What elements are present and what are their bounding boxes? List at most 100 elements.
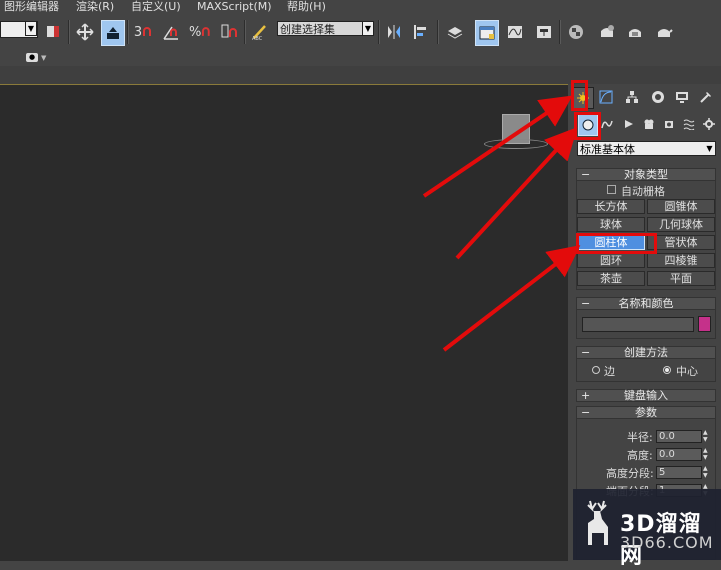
main-toolbar: ▼ 3 % ABC 创建选择集 ▼: [0, 14, 721, 51]
toolbar-divider: [378, 20, 380, 44]
radius-spinner-icon[interactable]: ▲ ▼: [703, 430, 712, 443]
render-icon[interactable]: [653, 20, 675, 44]
deer-logo-icon: [587, 500, 608, 545]
menu-customize[interactable]: 自定义(U): [131, 0, 181, 14]
secondary-toolbar: ● ▼: [0, 50, 721, 66]
height-segments-spinner-icon[interactable]: ▲ ▼: [703, 466, 712, 479]
geosphere-button[interactable]: 几何球体: [647, 217, 715, 232]
object-type-rollout-header[interactable]: − 对象类型: [576, 168, 716, 181]
height-segments-label: 高度分段:: [606, 467, 654, 480]
viewcube-compass-ring[interactable]: [484, 139, 548, 149]
material-editor-icon[interactable]: [565, 20, 587, 44]
teapot-button[interactable]: 茶壶: [577, 271, 645, 286]
menu-bar: 图形编辑器 渲染(R) 自定义(U) MAXScript(M) 帮助(H): [0, 0, 721, 14]
schematic-view-icon[interactable]: [533, 20, 555, 44]
center-radio[interactable]: [663, 366, 671, 374]
toolbar-divider: [244, 20, 246, 44]
snap-3d-icon[interactable]: 3: [132, 20, 154, 44]
highlight-cylinder-button: [576, 233, 657, 254]
category-value: 标准基本体: [580, 143, 635, 156]
highlight-create-tab: [571, 80, 588, 111]
keyboard-entry-rollout-header[interactable]: + 键盘输入: [576, 389, 716, 402]
autogrid-checkbox[interactable]: [607, 185, 616, 194]
menu-maxscript[interactable]: MAXScript(M): [197, 0, 272, 14]
modify-tab-icon[interactable]: [596, 87, 616, 107]
display-tab-icon[interactable]: [672, 87, 692, 107]
parameters-title: 参数: [635, 406, 657, 419]
edge-radio-label: 边: [604, 365, 615, 378]
creation-method-rollout-header[interactable]: − 创建方法: [576, 346, 716, 359]
ribbon-strip: [0, 66, 721, 84]
collapse-icon: −: [581, 406, 591, 419]
highlight-geometry-subtab: [574, 112, 601, 140]
render-setup-icon[interactable]: [596, 20, 618, 44]
percent-label: %: [189, 24, 202, 40]
object-name-field[interactable]: [582, 317, 694, 332]
hierarchy-tab-icon[interactable]: [622, 87, 642, 107]
collapse-icon: −: [581, 297, 591, 310]
spinner-snap-icon[interactable]: [218, 20, 240, 44]
name-color-title: 名称和颜色: [618, 297, 674, 310]
command-panel-tabs: [572, 87, 721, 109]
named-selection-input[interactable]: 创建选择集: [277, 21, 373, 36]
spacewarps-subtab-icon[interactable]: [680, 114, 698, 134]
menu-rendering[interactable]: 渲染(R): [76, 0, 114, 14]
object-type-title: 对象类型: [624, 168, 668, 181]
helpers-subtab-icon[interactable]: [660, 114, 678, 134]
sphere-button[interactable]: 球体: [577, 217, 645, 232]
rendered-frame-icon[interactable]: [624, 20, 646, 44]
center-radio-label: 中心: [676, 365, 698, 378]
svg-text:ABC: ABC: [252, 36, 263, 41]
parameters-rollout-header[interactable]: − 参数: [576, 406, 716, 419]
chevron-down-icon[interactable]: ▼: [362, 21, 374, 36]
curve-editor-icon[interactable]: [504, 20, 526, 44]
toolbar-divider: [127, 20, 129, 44]
edge-radio[interactable]: [592, 366, 600, 374]
height-field[interactable]: 0.0: [656, 448, 702, 461]
perspective-viewport[interactable]: [0, 84, 568, 561]
lights-subtab-icon[interactable]: [620, 114, 638, 134]
name-color-rollout-header[interactable]: − 名称和颜色: [576, 297, 716, 310]
mirror-icon[interactable]: [383, 20, 405, 44]
object-color-swatch[interactable]: [698, 316, 711, 332]
radius-field[interactable]: 0.0: [656, 430, 702, 443]
cameras-subtab-icon[interactable]: [640, 114, 658, 134]
chevron-down-icon[interactable]: ▼: [41, 54, 46, 62]
creation-method-title: 创建方法: [624, 346, 668, 359]
expand-icon: +: [581, 389, 591, 402]
cone-button[interactable]: 圆锥体: [647, 199, 715, 214]
height-segments-field[interactable]: 5: [656, 466, 702, 479]
snap-label: 3: [133, 24, 143, 40]
torus-button[interactable]: 圆环: [577, 253, 645, 268]
align-icon[interactable]: [410, 20, 432, 44]
collapse-icon: −: [581, 346, 591, 359]
utilities-tab-icon[interactable]: [696, 87, 716, 107]
menu-help[interactable]: 帮助(H): [287, 0, 326, 14]
toolbar-divider: [559, 20, 561, 44]
height-label: 高度:: [627, 449, 653, 462]
chevron-down-icon[interactable]: ▼: [25, 21, 37, 36]
plane-button[interactable]: 平面: [647, 271, 715, 286]
graphite-ribbon-icon[interactable]: [475, 20, 499, 46]
select-place-icon[interactable]: [101, 20, 125, 46]
tube-button[interactable]: 管状体: [647, 235, 715, 250]
height-spinner-icon[interactable]: ▲ ▼: [703, 448, 712, 461]
box-button[interactable]: 长方体: [577, 199, 645, 214]
category-dropdown[interactable]: 标准基本体 ▼: [577, 141, 716, 156]
viewport-menu-button[interactable]: ●: [26, 53, 38, 62]
named-selection-text: 创建选择集: [280, 23, 335, 36]
collapse-icon: −: [581, 168, 591, 181]
watermark-url: 3D66.COM: [620, 533, 714, 552]
systems-subtab-icon[interactable]: [700, 114, 718, 134]
selection-filter-icon[interactable]: [42, 20, 64, 44]
layer-manager-icon[interactable]: [444, 20, 466, 44]
motion-tab-icon[interactable]: [648, 87, 668, 107]
angle-snap-icon[interactable]: [160, 20, 182, 44]
chevron-down-icon[interactable]: ▼: [704, 142, 715, 155]
select-move-icon[interactable]: [74, 20, 96, 44]
toolbar-divider: [68, 20, 70, 44]
pyramid-button[interactable]: 四棱锥: [647, 253, 715, 268]
percent-snap-icon[interactable]: %: [189, 20, 211, 44]
menu-graph-editors[interactable]: 图形编辑器: [4, 0, 59, 14]
edit-named-sets-icon[interactable]: ABC: [249, 20, 271, 44]
